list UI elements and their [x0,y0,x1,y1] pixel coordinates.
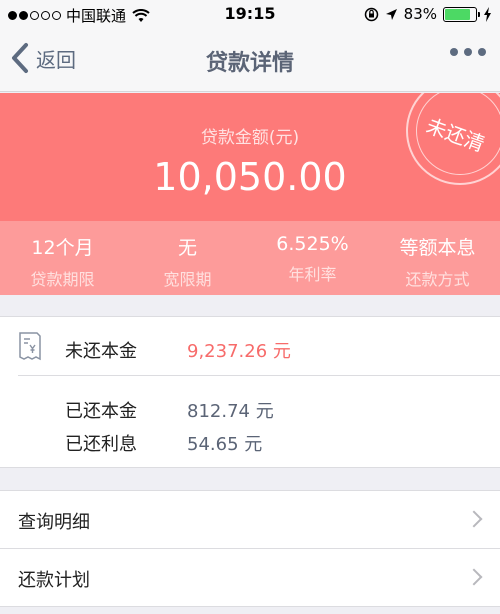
term-label: 贷款期限 [30,270,95,289]
term-grace-period: 无 宽限期 [125,221,250,295]
term-period: 12个月 贷款期限 [0,221,125,295]
battery-percentage: 83% [403,5,437,23]
menu-item-label: 查询明细 [18,512,90,533]
principal-card: 未还本金 9,237.26 元 已还本金 812.74 元 已还利息 54.65… [0,316,500,468]
loan-summary: 贷款金额(元) 10,050.00 未还清 [0,93,500,221]
term-value: 无 [177,237,197,259]
more-dot-icon [450,48,458,56]
paid-interest-row: 已还利息 54.65 元 [65,430,262,456]
status-right: 83% [364,5,492,23]
divider [18,375,500,376]
unpaid-principal-row: 未还本金 9,237.26 元 [65,337,291,363]
charging-bolt-icon [484,6,491,22]
menu-item-label: 还款计划 [18,570,90,591]
orientation-lock-icon [364,7,378,21]
receipt-icon [19,332,41,361]
battery-icon [443,6,480,22]
paid-interest-label: 已还利息 [65,434,137,455]
chevron-right-icon [465,510,483,528]
unpaid-principal-label: 未还本金 [65,341,137,362]
more-options-button[interactable] [450,48,486,56]
action-list: 查询明细 还款计划 [0,490,500,607]
paid-principal-value: 812.74 元 [187,401,274,422]
paid-interest-value: 54.65 元 [187,434,263,455]
term-value: 等额本息 [399,237,476,259]
menu-item-query-details[interactable]: 查询明细 [0,491,500,549]
chevron-right-icon [465,568,483,586]
unpaid-principal-value: 9,237.26 元 [187,341,291,362]
paid-principal-row: 已还本金 812.74 元 [65,397,274,423]
term-value: 6.525% [276,233,349,255]
term-value: 12个月 [31,237,94,259]
more-dot-icon [464,48,472,56]
term-label: 宽限期 [163,270,212,289]
term-repayment-method: 等额本息 还款方式 [375,221,500,295]
paid-principal-label: 已还本金 [65,401,137,422]
status-bar: 中国联通 19:15 83% [0,0,500,28]
loan-terms: 12个月 贷款期限 无 宽限期 6.525% 年利率 等额本息 还款方式 [0,221,500,295]
term-label: 还款方式 [405,270,470,289]
menu-item-repayment-plan[interactable]: 还款计划 [0,549,500,607]
battery-level [445,8,470,20]
navigation-bar: 返回 贷款详情 [0,28,500,92]
term-label: 年利率 [288,265,337,284]
more-dot-icon [478,48,486,56]
location-arrow-icon [385,8,397,20]
term-annual-rate: 6.525% 年利率 [250,221,375,295]
page-title: 贷款详情 [205,51,294,76]
